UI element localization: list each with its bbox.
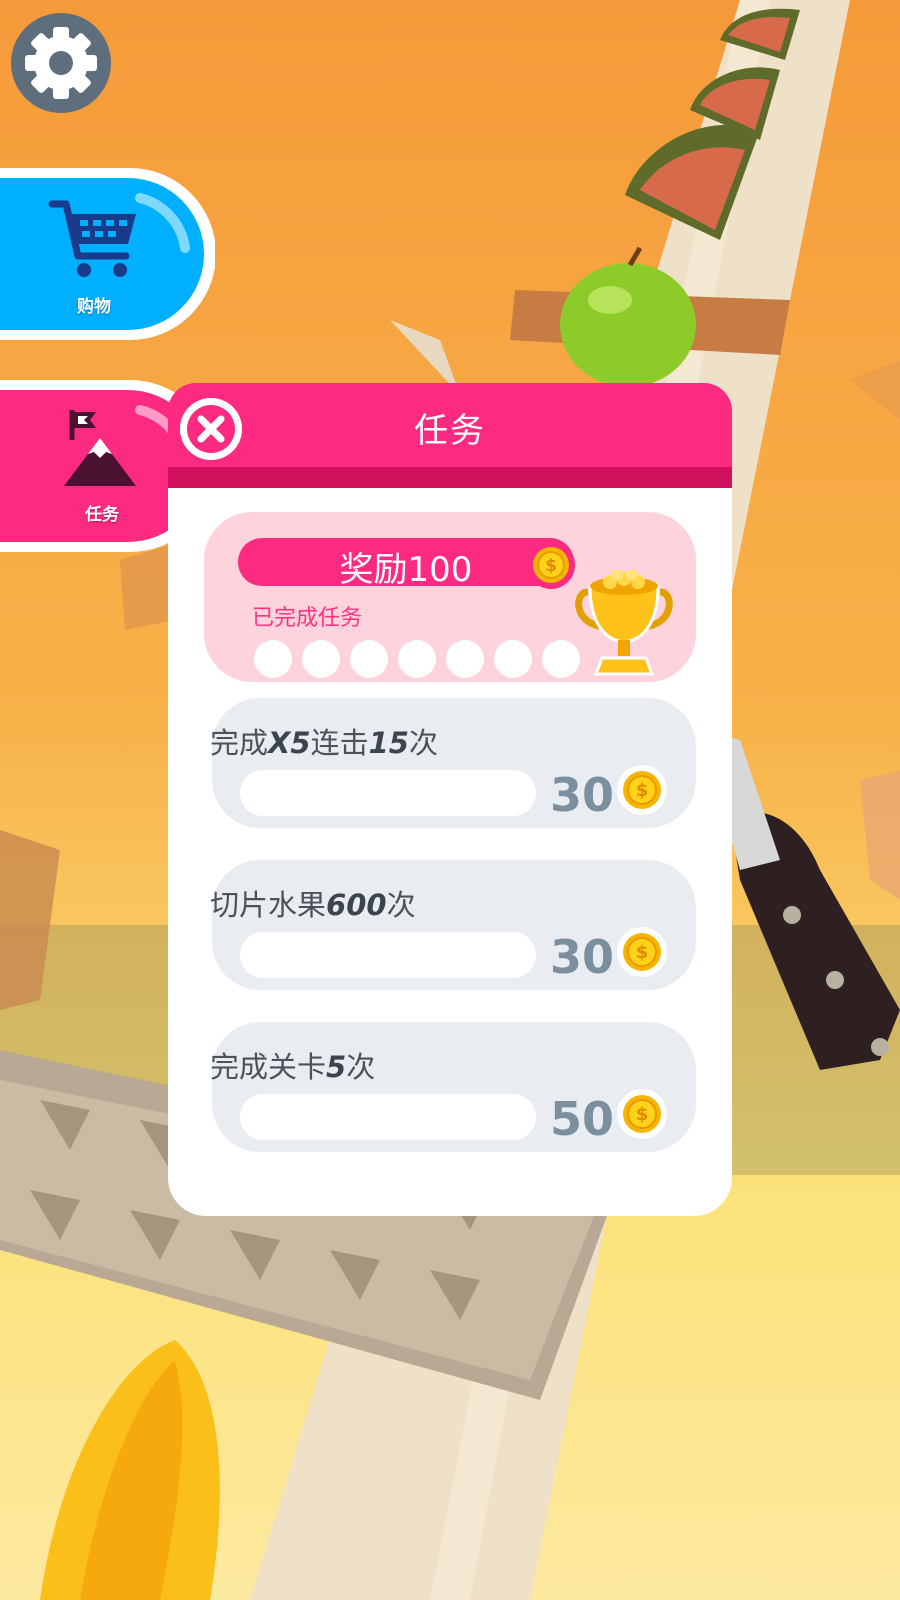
task-title: 完成关卡5次 — [210, 1050, 376, 1084]
progress-dot — [254, 640, 292, 678]
reward-bar: 奖励100 — [238, 538, 574, 590]
task-card: 完成X5连击15次 30 $ — [210, 698, 696, 828]
svg-text:$: $ — [636, 780, 649, 801]
task-title: 完成X5连击15次 — [210, 726, 438, 760]
progress-dot — [494, 640, 532, 678]
coin-icon: $ — [617, 765, 667, 815]
panel-header-stripe — [168, 467, 732, 488]
svg-text:$: $ — [636, 1104, 649, 1125]
panel-body: 奖励100 $ 已完成任务 完成X5连击15次 30 $ 切片水果600次 30… — [168, 488, 732, 1216]
panel-title: 任务 — [414, 411, 486, 451]
coin-icon: $ — [527, 541, 575, 589]
task-progress-bar — [240, 770, 536, 816]
close-button[interactable] — [180, 398, 242, 460]
task-progress-bar — [240, 1094, 536, 1140]
close-icon — [180, 398, 242, 460]
shop-button[interactable]: 购物 — [0, 168, 215, 346]
progress-dot — [446, 640, 484, 678]
task-reward-value: 50 — [550, 1092, 615, 1146]
coin-icon: $ — [617, 927, 667, 977]
shop-label: 购物 — [77, 297, 111, 317]
task-progress-bar — [240, 932, 536, 978]
gear-icon — [11, 13, 111, 113]
svg-text:$: $ — [545, 556, 557, 576]
completed-tasks-label: 已完成任务 — [252, 606, 363, 631]
svg-text:$: $ — [636, 942, 649, 963]
task-reward-value: 30 — [550, 930, 615, 984]
tasks-label: 任务 — [85, 505, 119, 525]
coin-icon: $ — [617, 1089, 667, 1139]
progress-dot — [302, 640, 340, 678]
task-panel: 任务 奖励100 $ 已完成任务 完成X5连击15次 30 $ 切片水果600次… — [168, 383, 732, 1216]
task-card: 完成关卡5次 50 $ — [210, 1022, 696, 1152]
task-card: 切片水果600次 30 $ — [210, 860, 696, 990]
panel-header: 任务 — [168, 383, 732, 488]
shopping-cart-icon — [48, 200, 136, 277]
reward-card: 奖励100 $ 已完成任务 — [204, 512, 696, 682]
reward-label: 奖励100 — [339, 550, 473, 590]
task-title: 切片水果600次 — [210, 888, 416, 922]
settings-button[interactable] — [10, 12, 112, 114]
progress-dot — [350, 640, 388, 678]
progress-dot — [398, 640, 436, 678]
mountain-flag-icon — [64, 410, 136, 486]
task-reward-value: 30 — [550, 768, 615, 822]
trophy-icon — [575, 570, 673, 676]
